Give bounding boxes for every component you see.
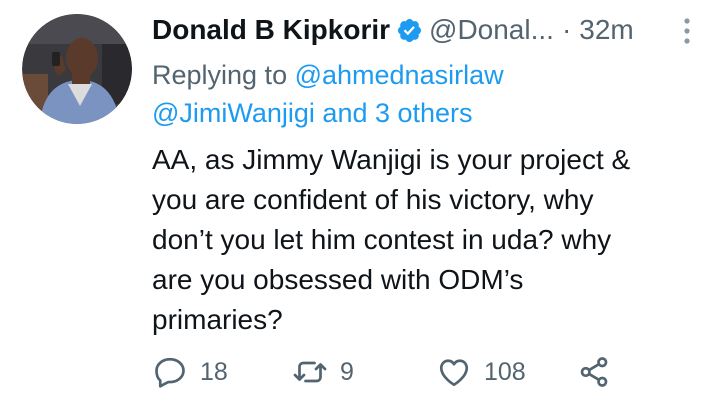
replying-to: Replying to @ahmednasirlaw @JimiWanjigi … xyxy=(152,56,692,132)
tweet: Donald B Kipkorir @Donal... · 32m Replyi… xyxy=(0,0,720,404)
verified-badge-icon xyxy=(396,17,423,44)
mention-link[interactable]: @ahmednasirlaw xyxy=(295,60,504,90)
retweet-icon xyxy=(293,361,327,383)
reply-button[interactable]: 18 xyxy=(152,352,228,392)
mention-link-others[interactable]: @JimiWanjigi and 3 others xyxy=(152,98,473,128)
author-handle[interactable]: @Donal... xyxy=(429,14,554,46)
avatar[interactable] xyxy=(22,14,132,124)
retweet-button[interactable]: 9 xyxy=(292,352,354,392)
reply-count: 18 xyxy=(200,357,228,386)
like-count: 108 xyxy=(484,357,526,386)
avatar-image xyxy=(22,14,132,124)
share-icon xyxy=(580,357,608,387)
tweet-text: AA, as Jimmy Wanjigi is your project & y… xyxy=(152,144,631,335)
tweet-timestamp[interactable]: 32m xyxy=(579,14,633,46)
author-name[interactable]: Donald B Kipkorir xyxy=(152,14,390,46)
share-button[interactable] xyxy=(576,352,612,392)
tweet-header: Donald B Kipkorir @Donal... · 32m xyxy=(152,10,634,50)
like-button[interactable]: 108 xyxy=(436,352,526,392)
replying-to-label: Replying to xyxy=(152,60,295,90)
speech-bubble-icon xyxy=(155,357,185,388)
more-vertical-icon[interactable] xyxy=(682,16,692,46)
heart-icon xyxy=(439,359,469,387)
tweet-actions: 18 9 108 xyxy=(152,352,622,392)
retweet-count: 9 xyxy=(340,357,354,386)
separator-dot: · xyxy=(561,14,572,45)
